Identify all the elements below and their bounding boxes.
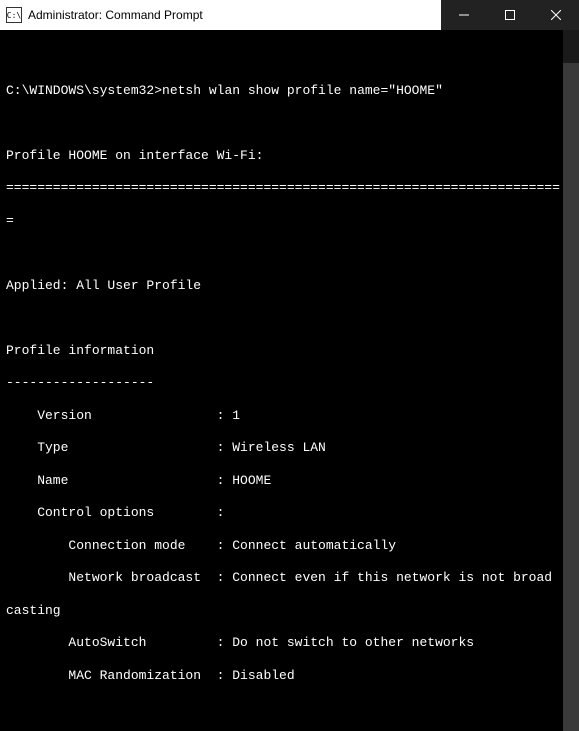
scrollbar-thumb[interactable]	[563, 63, 579, 731]
terminal-output[interactable]: C:\WINDOWS\system32>netsh wlan show prof…	[0, 30, 579, 731]
window-titlebar: C:\ Administrator: Command Prompt	[0, 0, 579, 30]
kv-row: AutoSwitch : Do not switch to other netw…	[6, 635, 573, 651]
blank-line	[6, 115, 573, 131]
kv-row: Connection mode : Connect automatically	[6, 538, 573, 554]
kv-row: Version : 1	[6, 408, 573, 424]
kv-row: Control options :	[6, 505, 573, 521]
dashes: -------------------	[6, 375, 573, 391]
window-title: Administrator: Command Prompt	[28, 8, 441, 22]
blank-line	[6, 310, 573, 326]
command-text: netsh wlan show profile name="HOOME"	[162, 83, 443, 98]
separator: ========================================…	[6, 180, 573, 196]
blank-line	[6, 245, 573, 261]
cmd-icon: C:\	[6, 7, 22, 23]
window-controls	[441, 0, 579, 30]
minimize-button[interactable]	[441, 0, 487, 30]
kv-row: Type : Wireless LAN	[6, 440, 573, 456]
blank-line	[6, 50, 573, 66]
prompt-line: C:\WINDOWS\system32>netsh wlan show prof…	[6, 83, 573, 99]
output-header: Profile HOOME on interface Wi-Fi:	[6, 148, 573, 164]
maximize-button[interactable]	[487, 0, 533, 30]
vertical-scrollbar[interactable]	[563, 30, 579, 731]
kv-row: MAC Randomization : Disabled	[6, 668, 573, 684]
section-header: Profile information	[6, 343, 573, 359]
kv-row: Network broadcast : Connect even if this…	[6, 570, 573, 586]
applied-line: Applied: All User Profile	[6, 278, 573, 294]
close-button[interactable]	[533, 0, 579, 30]
separator-wrap: =	[6, 213, 573, 229]
kv-row-wrap: casting	[6, 603, 573, 619]
prompt: C:\WINDOWS\system32>	[6, 83, 162, 98]
blank-line	[6, 700, 573, 716]
kv-row: Name : HOOME	[6, 473, 573, 489]
